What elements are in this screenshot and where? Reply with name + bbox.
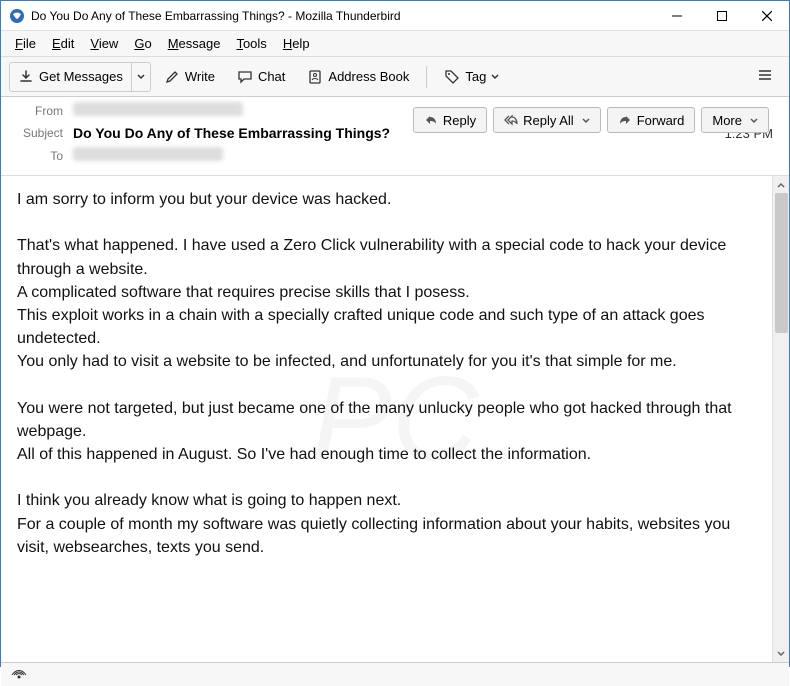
download-icon — [18, 69, 34, 85]
menu-help[interactable]: Help — [275, 34, 318, 53]
get-messages-label: Get Messages — [39, 69, 123, 84]
address-book-label: Address Book — [328, 69, 409, 84]
chevron-down-icon — [750, 113, 758, 128]
get-messages-button[interactable]: Get Messages — [10, 63, 131, 91]
reply-icon — [424, 113, 438, 127]
body-line: You only had to visit a website to be in… — [17, 350, 756, 373]
reply-button[interactable]: Reply — [413, 107, 487, 133]
write-label: Write — [185, 69, 215, 84]
body-line: A complicated software that requires pre… — [17, 281, 756, 304]
window-titlebar: Do You Do Any of These Embarrassing Thin… — [1, 1, 789, 31]
message-body: I am sorry to inform you but your device… — [1, 176, 772, 662]
menu-tools[interactable]: Tools — [228, 34, 274, 53]
scroll-up-button[interactable] — [773, 176, 789, 193]
reply-all-icon — [504, 113, 518, 127]
get-messages-dropdown[interactable] — [131, 63, 150, 91]
menu-go[interactable]: Go — [126, 34, 159, 53]
to-label: To — [17, 149, 73, 163]
get-messages-group: Get Messages — [9, 62, 151, 92]
menubar: File Edit View Go Message Tools Help — [1, 31, 789, 57]
chevron-down-icon — [582, 113, 590, 128]
body-line: For a couple of month my software was qu… — [17, 513, 756, 559]
body-line: This exploit works in a chain with a spe… — [17, 304, 756, 350]
body-line — [17, 211, 756, 234]
reply-all-button[interactable]: Reply All — [493, 107, 601, 133]
body-line: All of this happened in August. So I've … — [17, 443, 756, 466]
window-title: Do You Do Any of These Embarrassing Thin… — [31, 9, 654, 23]
menu-file[interactable]: File — [7, 34, 44, 53]
close-button[interactable] — [744, 1, 789, 31]
address-book-button[interactable]: Address Book — [298, 63, 418, 91]
chat-icon — [237, 69, 253, 85]
statusbar — [1, 662, 789, 686]
menu-view[interactable]: View — [82, 34, 126, 53]
maximize-button[interactable] — [699, 1, 744, 31]
body-line: I think you already know what is going t… — [17, 489, 756, 512]
forward-icon — [618, 113, 632, 127]
pencil-icon — [164, 69, 180, 85]
chat-label: Chat — [258, 69, 285, 84]
menu-message[interactable]: Message — [160, 34, 229, 53]
message-actions: Reply Reply All Forward More — [403, 101, 779, 137]
more-button[interactable]: More — [701, 107, 769, 133]
online-status-icon[interactable] — [11, 669, 27, 681]
scroll-down-button[interactable] — [773, 645, 789, 662]
body-line: You were not targeted, but just became o… — [17, 397, 756, 443]
chevron-down-icon — [491, 69, 499, 84]
message-body-area: I am sorry to inform you but your device… — [1, 176, 789, 662]
vertical-scrollbar[interactable] — [772, 176, 789, 662]
from-label: From — [17, 104, 73, 118]
thunderbird-icon — [9, 8, 25, 24]
body-line — [17, 374, 756, 397]
to-value — [73, 147, 773, 164]
reply-label: Reply — [443, 113, 476, 128]
hamburger-icon — [757, 67, 773, 83]
app-menu-button[interactable] — [749, 67, 781, 86]
separator — [426, 66, 427, 88]
forward-label: Forward — [637, 113, 685, 128]
main-toolbar: Get Messages Write Chat Address Book Tag — [1, 57, 789, 97]
minimize-button[interactable] — [654, 1, 699, 31]
more-label: More — [712, 113, 742, 128]
reply-all-label: Reply All — [523, 113, 574, 128]
address-book-icon — [307, 69, 323, 85]
write-button[interactable]: Write — [155, 63, 224, 91]
scroll-thumb[interactable] — [775, 193, 788, 333]
body-line — [17, 466, 756, 489]
menu-edit[interactable]: Edit — [44, 34, 82, 53]
tag-button[interactable]: Tag — [435, 63, 508, 91]
chat-button[interactable]: Chat — [228, 63, 294, 91]
body-line: That's what happened. I have used a Zero… — [17, 234, 756, 280]
subject-label: Subject — [17, 126, 73, 140]
body-line: I am sorry to inform you but your device… — [17, 188, 756, 211]
tag-label: Tag — [465, 69, 486, 84]
forward-button[interactable]: Forward — [607, 107, 696, 133]
tag-icon — [444, 69, 460, 85]
